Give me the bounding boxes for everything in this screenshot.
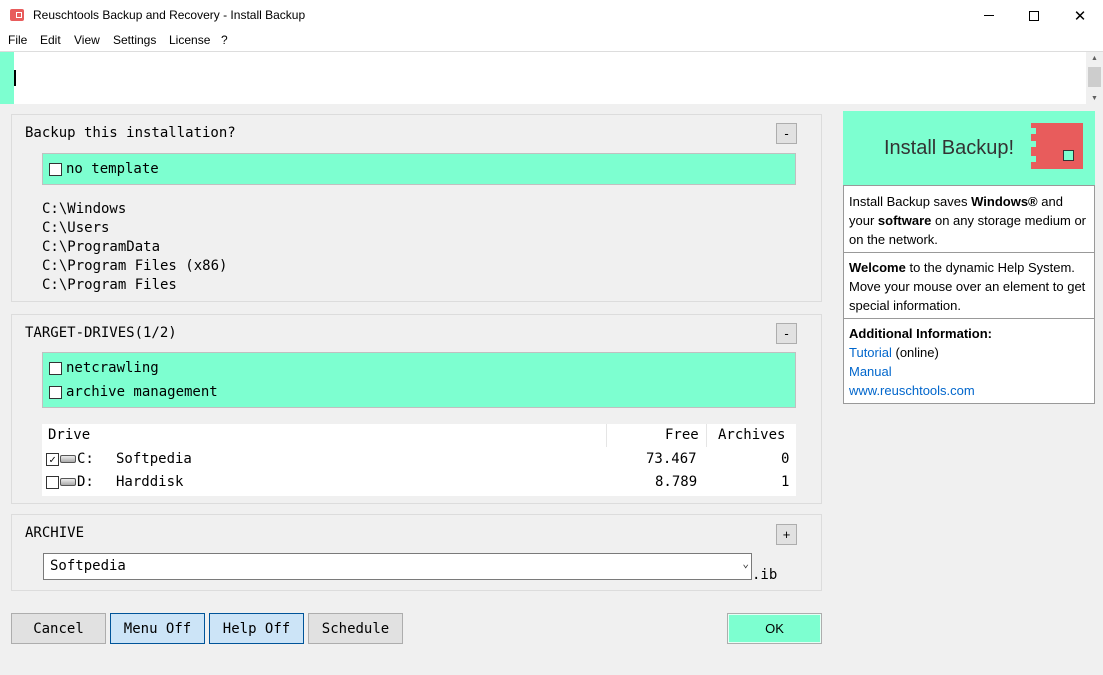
backup-path: C:\Program Files bbox=[42, 277, 177, 293]
scroll-up-icon[interactable]: ▲ bbox=[1086, 52, 1103, 64]
help-intro: Install Backup saves Windows® and your s… bbox=[849, 194, 1087, 247]
install-backup-logo-icon bbox=[1030, 123, 1083, 169]
drive-column-header[interactable]: Drive bbox=[48, 427, 90, 443]
drive-c-checkbox[interactable]: ✓ bbox=[46, 452, 59, 466]
menu-settings[interactable]: Settings bbox=[113, 33, 156, 47]
archive-management-label: archive management bbox=[66, 384, 218, 400]
window-title: Reuschtools Backup and Recovery - Instal… bbox=[33, 8, 306, 22]
target-options-box: netcrawling archive management bbox=[42, 352, 796, 408]
archive-extension: .ib bbox=[752, 567, 778, 583]
path-input[interactable]: ▲ ▼ bbox=[0, 51, 1103, 104]
no-template-checkbox[interactable] bbox=[49, 162, 62, 176]
backup-panel: Backup this installation? - no template … bbox=[11, 114, 822, 302]
archive-panel: ARCHIVE + Softpedia ⌄ .ib bbox=[11, 514, 822, 591]
cancel-button[interactable]: Cancel bbox=[11, 613, 106, 644]
harddisk-icon bbox=[60, 455, 76, 463]
drive-letter: D: bbox=[77, 474, 94, 490]
website-link[interactable]: www.reuschtools.com bbox=[849, 383, 975, 398]
ok-button[interactable]: OK bbox=[727, 613, 822, 644]
backup-path: C:\Windows bbox=[42, 201, 127, 217]
help-panel: Install Backup saves Windows® and your s… bbox=[843, 185, 1095, 404]
minimize-button[interactable] bbox=[966, 0, 1012, 31]
drive-cell: D: bbox=[46, 474, 94, 490]
menu-help[interactable]: ? bbox=[221, 33, 228, 47]
maximize-button[interactable] bbox=[1011, 0, 1057, 31]
help-additional: Additional Information: Tutorial (online… bbox=[849, 326, 992, 398]
target-drives-title: TARGET-DRIVES(1/2) bbox=[25, 325, 177, 341]
help-title: Install Backup! bbox=[884, 137, 1015, 159]
archive-management-checkbox[interactable] bbox=[49, 385, 62, 399]
targets-collapse-button[interactable]: - bbox=[776, 323, 797, 344]
netcrawling-option[interactable]: netcrawling bbox=[49, 360, 159, 376]
drives-table: Drive Free Archives ✓ C: Softpedia 73.46… bbox=[42, 424, 796, 496]
help-header: Install Backup! bbox=[843, 111, 1095, 185]
drive-name: Harddisk bbox=[116, 474, 184, 490]
scroll-thumb[interactable] bbox=[1088, 67, 1101, 87]
close-icon: ✕ bbox=[1073, 7, 1087, 25]
drive-d-checkbox[interactable] bbox=[46, 475, 59, 489]
archive-management-option[interactable]: archive management bbox=[49, 384, 218, 400]
target-drives-panel: TARGET-DRIVES(1/2) - netcrawling archive… bbox=[11, 314, 822, 504]
backup-collapse-button[interactable]: - bbox=[776, 123, 797, 144]
netcrawling-checkbox[interactable] bbox=[49, 361, 62, 375]
column-separator bbox=[606, 424, 607, 447]
archive-title: ARCHIVE bbox=[25, 525, 85, 541]
menu-view[interactable]: View bbox=[74, 33, 100, 47]
help-off-button[interactable]: Help Off bbox=[209, 613, 304, 644]
table-row[interactable]: ✓ C: Softpedia 73.467 0 bbox=[42, 448, 796, 471]
archive-name-value: Softpedia bbox=[50, 558, 126, 574]
help-divider bbox=[844, 252, 1094, 253]
archives-column-header[interactable]: Archives bbox=[718, 427, 785, 443]
additional-info-title: Additional Information: bbox=[849, 326, 992, 341]
chevron-down-icon[interactable]: ⌄ bbox=[742, 557, 749, 570]
app-icon bbox=[10, 9, 24, 21]
schedule-button[interactable]: Schedule bbox=[308, 613, 403, 644]
no-template-option[interactable]: no template bbox=[49, 161, 159, 177]
title-bar: Reuschtools Backup and Recovery - Instal… bbox=[0, 0, 1103, 31]
vertical-scrollbar[interactable]: ▲ ▼ bbox=[1086, 52, 1103, 104]
menu-off-button[interactable]: Menu Off bbox=[110, 613, 205, 644]
archive-expand-button[interactable]: + bbox=[776, 524, 797, 545]
backup-title: Backup this installation? bbox=[25, 125, 236, 141]
archive-name-combobox[interactable]: Softpedia ⌄ bbox=[43, 553, 752, 580]
no-template-label: no template bbox=[66, 161, 159, 177]
menu-license[interactable]: License bbox=[169, 33, 210, 47]
drive-archives: 1 bbox=[781, 474, 790, 490]
drive-archives: 0 bbox=[781, 451, 790, 467]
drive-letter: C: bbox=[77, 451, 94, 467]
drive-free: 73.467 bbox=[646, 451, 697, 467]
maximize-icon bbox=[1029, 10, 1039, 21]
backup-path: C:\Users bbox=[42, 220, 110, 236]
menu-edit[interactable]: Edit bbox=[40, 33, 61, 47]
table-row[interactable]: D: Harddisk 8.789 1 bbox=[42, 471, 796, 494]
tutorial-link[interactable]: Tutorial bbox=[849, 345, 892, 360]
minimize-icon bbox=[984, 15, 994, 16]
help-divider bbox=[844, 318, 1094, 319]
table-header: Drive Free Archives bbox=[42, 424, 796, 447]
template-box: no template bbox=[42, 153, 796, 185]
manual-link[interactable]: Manual bbox=[849, 364, 892, 379]
backup-path: C:\Program Files (x86) bbox=[42, 258, 228, 274]
path-accent bbox=[0, 52, 14, 104]
text-caret bbox=[14, 70, 16, 86]
scroll-down-icon[interactable]: ▼ bbox=[1086, 92, 1103, 104]
help-welcome: Welcome to the dynamic Help System. Move… bbox=[849, 260, 1086, 313]
column-separator bbox=[706, 424, 707, 447]
menu-file[interactable]: File bbox=[8, 33, 27, 47]
backup-path: C:\ProgramData bbox=[42, 239, 161, 255]
drive-free: 8.789 bbox=[655, 474, 698, 490]
harddisk-icon bbox=[60, 478, 76, 486]
netcrawling-label: netcrawling bbox=[66, 360, 159, 376]
menu-bar: File Edit View Settings License ? bbox=[0, 31, 1103, 51]
drive-name: Softpedia bbox=[116, 451, 192, 467]
drive-cell: ✓ C: bbox=[46, 451, 94, 467]
close-button[interactable]: ✕ bbox=[1057, 0, 1103, 31]
free-column-header[interactable]: Free bbox=[665, 427, 699, 443]
